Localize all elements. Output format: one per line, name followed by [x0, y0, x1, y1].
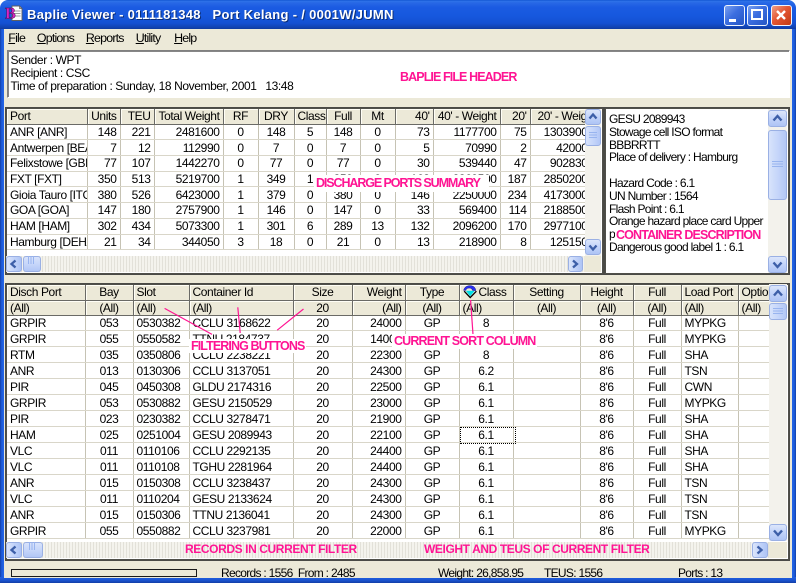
svg-text:B: B	[5, 6, 16, 23]
